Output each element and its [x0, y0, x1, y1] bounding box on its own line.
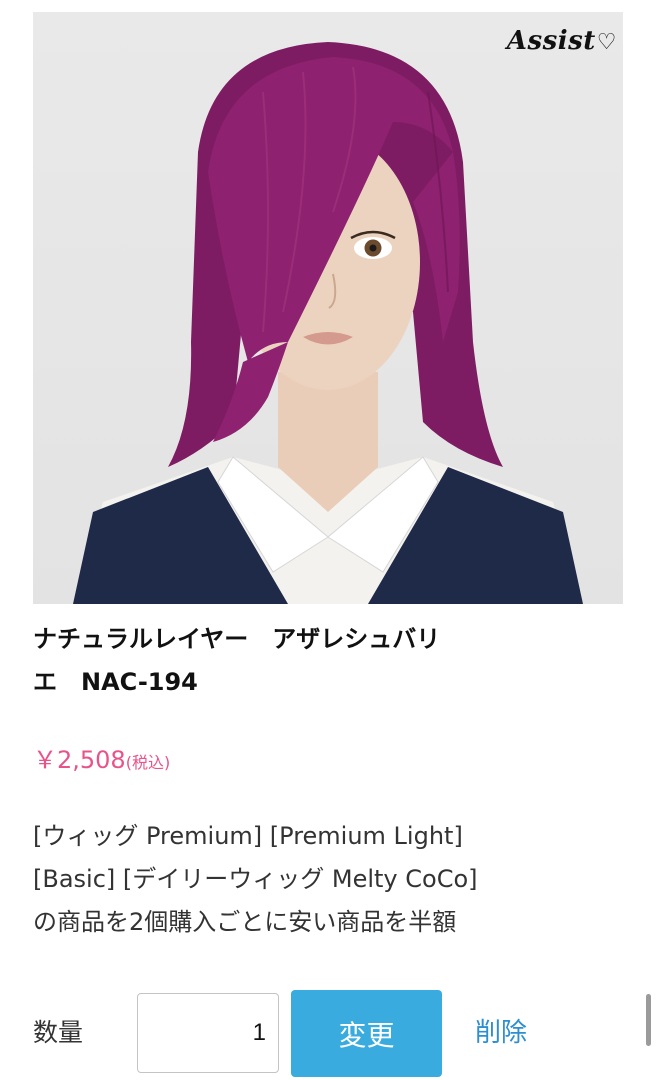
quantity-label: 数量 — [33, 1018, 84, 1047]
wig-illustration — [73, 42, 583, 604]
product-title-line1: ナチュラルレイヤー アザレシュバリ — [33, 625, 441, 653]
brand-logo: Assist♡ — [507, 26, 617, 56]
promo-line2: [Basic] [デイリーウィッグ Melty CoCo] — [33, 865, 478, 893]
scrollbar[interactable] — [646, 994, 651, 1046]
change-quantity-button[interactable]: 変更 — [291, 990, 442, 1077]
product-image: Assist♡ — [33, 12, 623, 604]
delete-link[interactable]: 削除 — [475, 1012, 527, 1049]
promotion-text: [ウィッグ Premium] [Premium Light] [Basic] [… — [33, 815, 633, 944]
price-amount: ￥2,508 — [33, 746, 126, 774]
product-price: ￥2,508(税込) — [33, 740, 170, 775]
heart-icon: ♡ — [596, 29, 617, 55]
quantity-input[interactable] — [137, 993, 279, 1073]
price-tax-note: (税込) — [125, 753, 171, 772]
promo-line3: の商品を2個購入ごとに安い商品を半額 — [33, 908, 457, 936]
promo-line1: [ウィッグ Premium] [Premium Light] — [33, 822, 463, 850]
brand-logo-text: Assist — [506, 26, 596, 56]
product-title: ナチュラルレイヤー アザレシュバリ エ NAC-194 — [33, 618, 593, 704]
product-title-line2: エ NAC-194 — [33, 668, 198, 696]
